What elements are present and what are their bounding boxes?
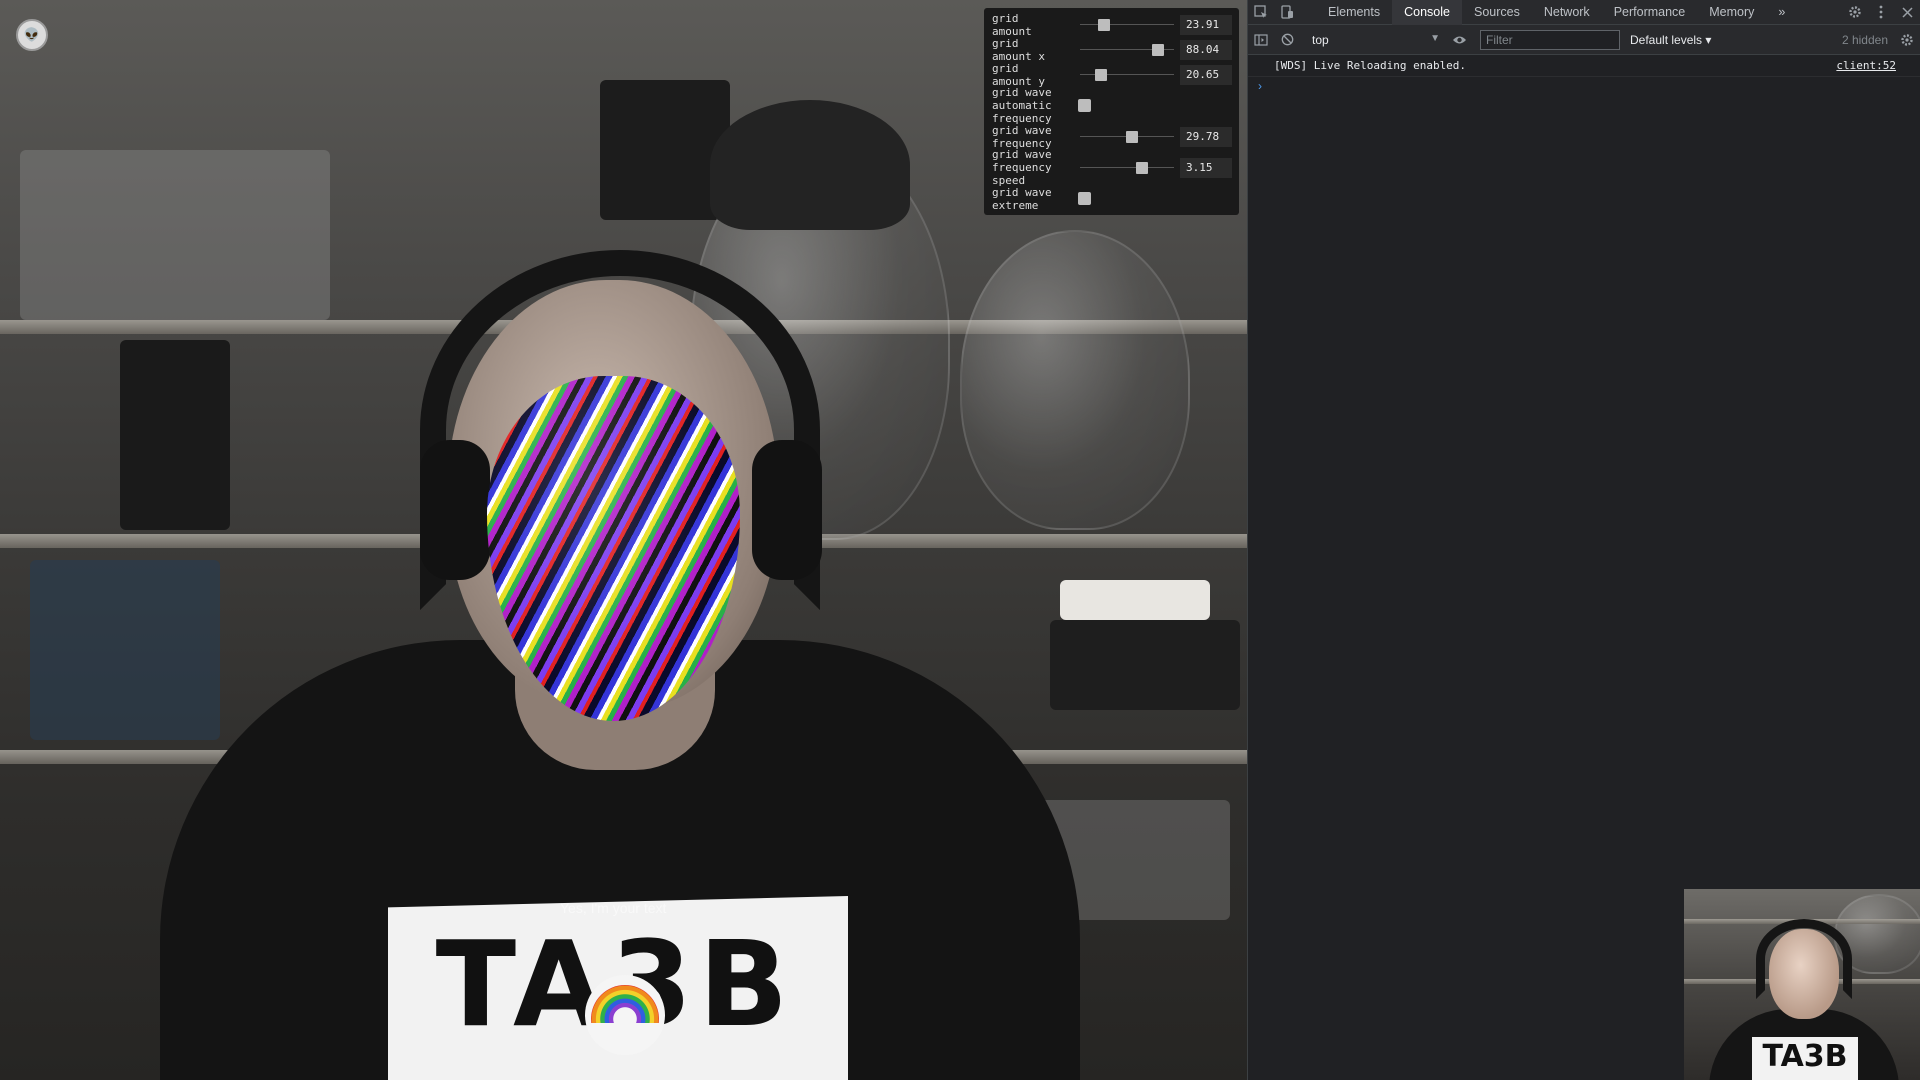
console-settings-gear-icon[interactable] xyxy=(1894,27,1920,52)
devtools-panel: Elements Console Sources Network Performance… xyxy=(1247,0,1920,1080)
gui-control-label: grid wave automatic frequency xyxy=(992,86,1052,125)
presenter-shirt-logo: TA3B xyxy=(1762,1039,1848,1074)
gui-control-label: grid wave extreme xyxy=(992,185,1052,212)
gui-control-label: grid wave frequency speed xyxy=(992,148,1052,187)
slider-thumb[interactable] xyxy=(1094,68,1107,81)
gui-control-row: grid wave extreme xyxy=(984,185,1239,212)
slider-value-input[interactable]: 3.15 xyxy=(1180,157,1232,178)
checkbox[interactable] xyxy=(1078,99,1091,112)
slider-value-input[interactable]: 20.65 xyxy=(1180,64,1232,85)
rainbow-sticker xyxy=(585,975,665,1055)
gui-control-label: grid amount x xyxy=(992,36,1045,63)
slider-value-input[interactable]: 23.91 xyxy=(1180,14,1232,35)
webcam-stage: TA3B Yes, I'm your text 👽 grid amount23.… xyxy=(0,0,1247,1080)
gui-control-label: grid amount y xyxy=(992,61,1045,88)
console-filter-input[interactable] xyxy=(1480,29,1620,50)
slider-value-input[interactable]: 29.78 xyxy=(1180,126,1232,147)
tab-sources[interactable]: Sources xyxy=(1462,0,1532,25)
more-tabs-button[interactable]: » xyxy=(1766,0,1797,25)
storage-box xyxy=(30,560,220,740)
slider-thumb[interactable] xyxy=(1135,161,1148,174)
context-value: top xyxy=(1312,32,1329,47)
gui-control-row: grid amount y 20.65 xyxy=(984,61,1239,88)
clear-console-icon[interactable] xyxy=(1274,27,1300,52)
storage-box xyxy=(1060,580,1210,620)
gui-control-label: grid amount xyxy=(992,11,1032,38)
storage-box xyxy=(120,340,230,530)
gui-control-label: grid wave frequency xyxy=(992,123,1052,150)
close-icon[interactable] xyxy=(1894,0,1920,25)
slider-thumb[interactable] xyxy=(1152,43,1165,56)
glass-jar xyxy=(960,230,1190,530)
hat xyxy=(710,100,910,230)
slider-thumb[interactable] xyxy=(1125,130,1138,143)
devtools-tabs: Elements Console Sources Network Performance… xyxy=(1316,0,1766,25)
inspect-icon[interactable] xyxy=(1248,0,1274,25)
live-expression-eye-icon[interactable] xyxy=(1446,27,1472,52)
chevron-down-icon: ▼ xyxy=(1430,32,1440,44)
gui-control-row: grid wave automatic frequency xyxy=(984,86,1239,125)
kebab-menu-icon[interactable] xyxy=(1868,0,1894,25)
headphone-cup xyxy=(420,440,490,580)
hidden-messages-count: 2 hidden xyxy=(1841,32,1888,47)
log-message: [WDS] Live Reloading enabled. xyxy=(1274,59,1467,72)
tab-performance[interactable]: Performance xyxy=(1602,0,1698,25)
slider-track[interactable] xyxy=(1080,24,1174,25)
sidebar-toggle-icon[interactable] xyxy=(1248,27,1274,52)
slider-track[interactable] xyxy=(1080,167,1174,168)
gui-control-row: grid amount x 88.04 xyxy=(984,36,1239,63)
storage-box xyxy=(20,150,330,320)
tab-memory[interactable]: Memory xyxy=(1697,0,1766,25)
tab-network[interactable]: Network xyxy=(1532,0,1602,25)
presenter-headphones xyxy=(1756,919,1852,999)
device-toolbar-icon[interactable] xyxy=(1274,0,1300,25)
slider-value-input[interactable]: 88.04 xyxy=(1180,39,1232,60)
headphone-cup xyxy=(752,440,822,580)
presenter-webcam: TA3B xyxy=(1684,889,1920,1080)
gear-icon[interactable] xyxy=(1842,0,1868,25)
tab-elements[interactable]: Elements xyxy=(1316,0,1392,25)
checkbox[interactable] xyxy=(1078,192,1091,205)
slider-thumb[interactable] xyxy=(1098,18,1111,31)
gui-control-row: grid amount 23.91 xyxy=(984,11,1239,38)
alien-icon[interactable]: 👽 xyxy=(16,19,48,51)
context-select[interactable]: top ▼ xyxy=(1306,33,1446,47)
devtools-tabbar: Elements Console Sources Network Performance… xyxy=(1248,0,1920,25)
storage-box xyxy=(1050,620,1240,710)
gui-control-row: grid wave frequency speed 3.15 xyxy=(984,148,1239,187)
tab-console[interactable]: Console xyxy=(1392,0,1462,25)
ar-overlay-text: Yes, I'm your text xyxy=(560,900,667,916)
console-prompt[interactable]: › xyxy=(1248,77,1920,93)
log-levels-dropdown[interactable]: Default levels ▾ xyxy=(1630,33,1711,47)
log-source-link[interactable]: client:52 xyxy=(1836,59,1896,72)
controls-panel: grid amount 23.91 grid amount x 88.04 grid a… xyxy=(984,8,1239,215)
console-toolbar: top ▼ Default levels ▾ 2 hidden xyxy=(1248,25,1920,55)
console-log-row: [WDS] Live Reloading enabled. client:52 xyxy=(1248,55,1920,77)
gui-control-row: grid wave frequency 29.78 xyxy=(984,123,1239,150)
